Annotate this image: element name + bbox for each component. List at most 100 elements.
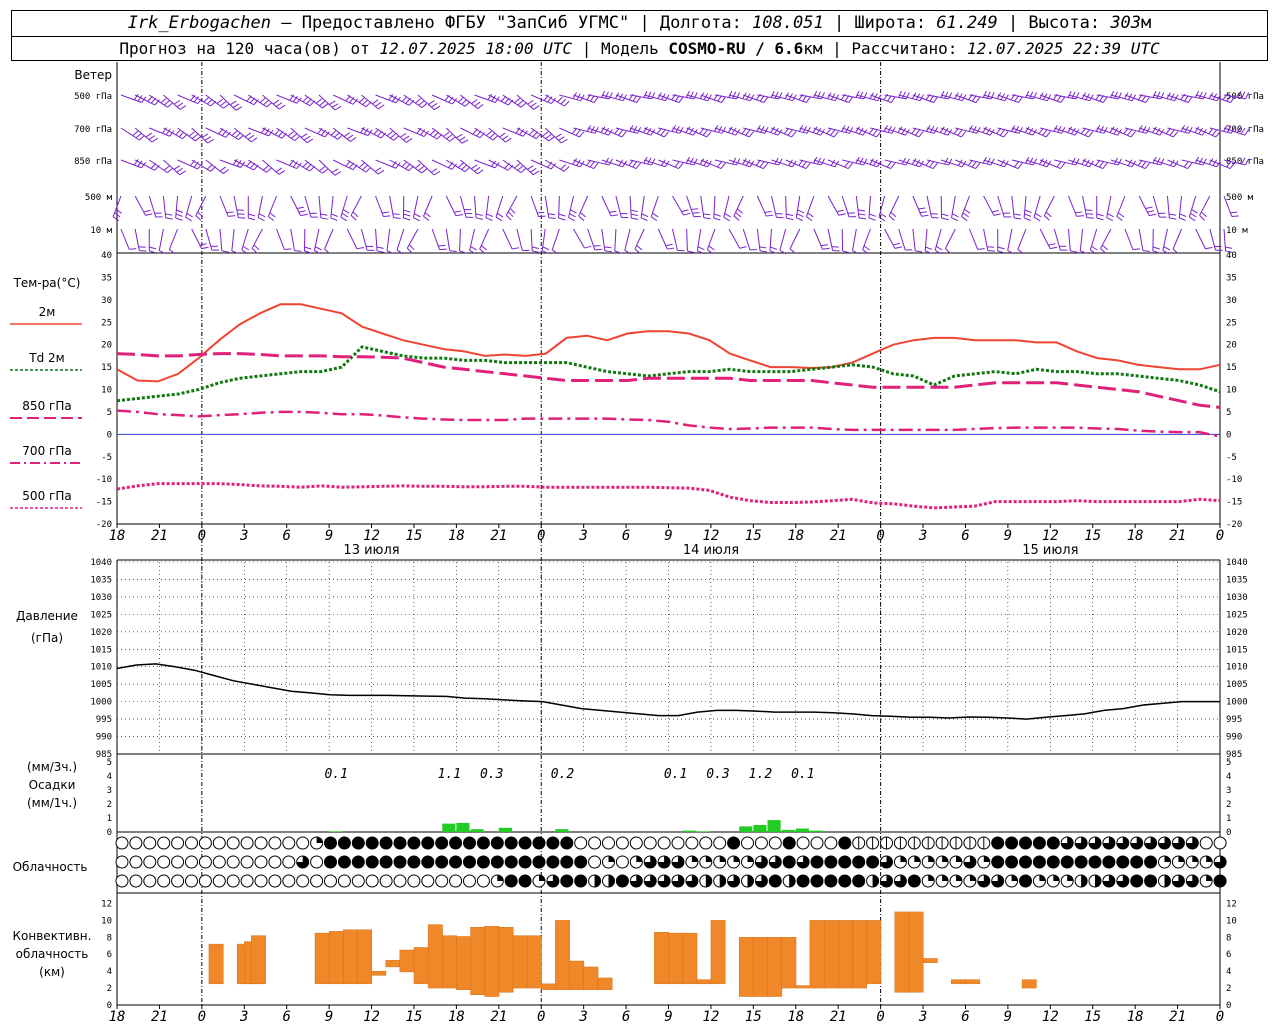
temp-ytick-right: -10 (1226, 475, 1242, 485)
cloud-symbol (1046, 855, 1060, 869)
wind-barb-feather (848, 96, 854, 103)
wind-barb-staff (406, 228, 419, 249)
cloud-symbol (588, 836, 602, 850)
temp-ytick-left: 40 (101, 251, 112, 261)
wind-barb-feather (376, 246, 384, 249)
wind-barb-feather (163, 165, 170, 171)
wind-barb-feather (413, 217, 420, 222)
precip-bar (739, 826, 753, 832)
wind-barb-feather (1201, 211, 1207, 218)
press-ytick-right: 1000 (1226, 698, 1248, 708)
wind-barb-feather (975, 96, 981, 103)
cloud-symbol (782, 855, 796, 869)
cloud-symbol (240, 874, 254, 888)
wind-barb-feather (372, 99, 379, 105)
wind-barb-feather (167, 102, 174, 108)
wind-barb-staff (318, 195, 322, 218)
cloud-symbol (574, 874, 588, 888)
x-tick-label: 21 (490, 1009, 507, 1024)
wind-barb-feather (429, 129, 436, 136)
wind-barb-feather (300, 133, 308, 138)
press-ytick-right: 1020 (1226, 628, 1248, 638)
cloud-symbol (393, 855, 407, 869)
precip-label: Осадки (29, 778, 76, 792)
wind-barb-feather (383, 215, 391, 218)
wind-barb-feather (651, 158, 656, 166)
cloud-symbol-fill (956, 875, 962, 881)
wind-barb-feather (1130, 131, 1136, 138)
wind-barb-feather (266, 101, 273, 108)
x-tick-label: 21 (151, 1009, 168, 1024)
cloud-symbol (671, 836, 685, 850)
wind-barb-feather (890, 96, 896, 103)
wind-barb-feather (1225, 246, 1233, 249)
x-tick-label: 9 (1004, 1009, 1012, 1024)
convective-bar (371, 970, 387, 976)
conv-ytick-right: 2 (1226, 984, 1231, 994)
temp-ytick-left: 10 (101, 386, 112, 396)
wind-barb-feather (242, 245, 250, 251)
temp-ytick-left: 0 (107, 430, 112, 440)
wind-barb-feather (836, 209, 844, 213)
wind-barb-feather (716, 161, 723, 168)
wind-barb-staff (276, 228, 285, 250)
press-ytick-left: 1010 (90, 663, 112, 673)
wind-barb-feather (1013, 161, 1020, 168)
wind-barb-staff (304, 94, 323, 109)
x-tick-label: 18 (1127, 528, 1144, 544)
cloud-symbol-fill (1053, 875, 1060, 881)
wind-barb-staff (219, 195, 229, 217)
cloud-symbol-fill (969, 875, 976, 881)
wind-barb-staff (340, 195, 348, 218)
wind-barb-feather (685, 90, 690, 98)
wind-barb-feather (195, 215, 202, 221)
cloud-symbol (365, 836, 379, 850)
cloud-symbol (407, 855, 421, 869)
convective-bar (569, 960, 585, 990)
wind-barb-feather (863, 245, 870, 251)
wind-barb-feather (796, 217, 803, 222)
cloud-symbol (421, 836, 435, 850)
wind-barb-feather (901, 91, 906, 99)
legend-label: 700 гПа (22, 444, 71, 458)
wind-barb-feather (915, 250, 923, 253)
convective-bar (413, 947, 429, 985)
convective-bar (427, 924, 443, 989)
cloud-symbol (991, 855, 1005, 869)
conv-ytick-left: 12 (101, 899, 112, 909)
wind-barb-feather (186, 212, 193, 218)
wind-barb-feather (600, 126, 606, 133)
wind-barb-feather (890, 162, 896, 169)
legend-label: 500 гПа (22, 489, 71, 503)
cloud-symbol (768, 836, 782, 850)
wind-barb-staff (403, 94, 423, 109)
cloud-symbol (1088, 855, 1102, 869)
press-ytick-left: 1000 (90, 698, 112, 708)
wind-barb-staff (706, 228, 716, 250)
precip-sum-label: 0.1 (324, 767, 347, 782)
x-tick-label: 3 (239, 528, 248, 544)
wind-barb-feather (786, 213, 794, 217)
wind-barb-feather (678, 96, 684, 103)
cloud-symbol (449, 855, 463, 869)
wind-barb-feather (774, 91, 779, 99)
wind-barb-feather (724, 213, 732, 218)
wind-barb-staff (233, 195, 239, 218)
wind-barb-feather (982, 90, 987, 98)
wind-barb-feather (1096, 217, 1104, 221)
wind-barb-feather (1179, 217, 1186, 221)
cloud-symbol (198, 874, 212, 888)
cloud-symbol (157, 855, 171, 869)
wind-barb-feather (461, 99, 468, 105)
cloud-symbol (212, 874, 226, 888)
wind-barb-staff (267, 195, 278, 217)
wind-barb-staff (431, 127, 450, 142)
wind-barb-feather (449, 136, 456, 142)
wind-barb-feather (1042, 129, 1048, 136)
wind-barb-feather (713, 213, 721, 217)
temp-series-line (116, 482, 1221, 510)
wind-barb-feather (418, 100, 425, 106)
wind-barb-staff (396, 228, 405, 251)
wind-level-left: 500 м (85, 193, 113, 203)
wind-barb-staff (926, 195, 933, 218)
